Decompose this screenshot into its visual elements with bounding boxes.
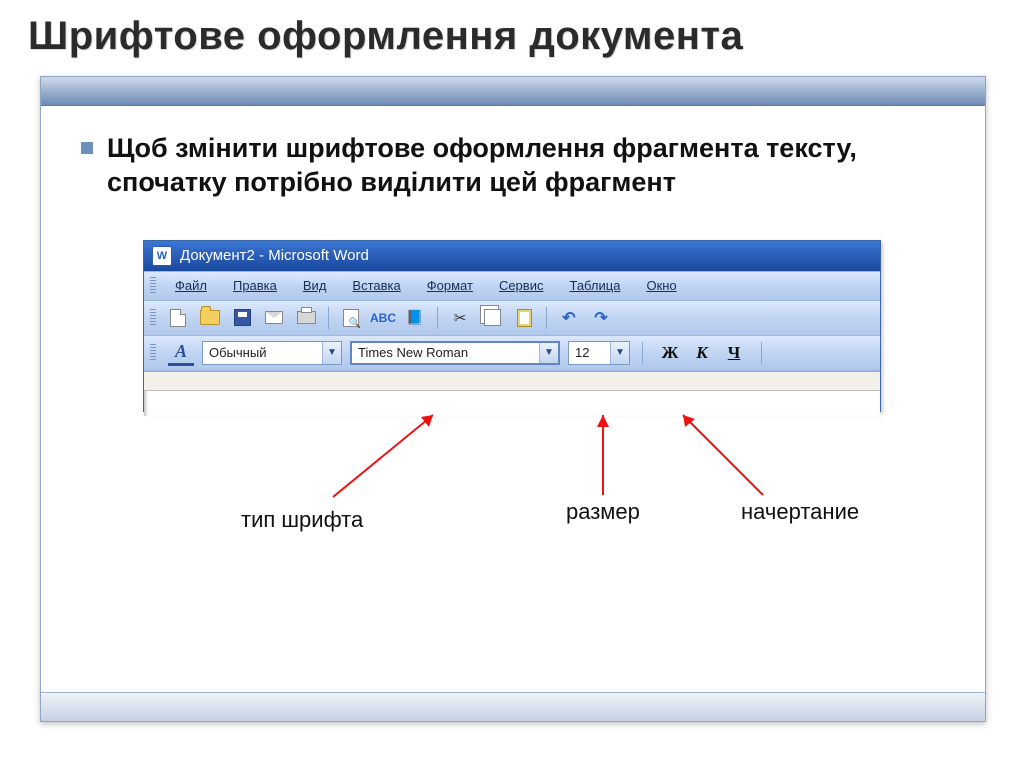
underline-button[interactable]: Ч <box>719 340 749 366</box>
printer-icon <box>297 311 316 324</box>
menu-edit[interactable]: Правка <box>222 274 288 297</box>
word-window: W Документ2 - Microsoft Word Файл Правка… <box>143 240 881 412</box>
grip-icon <box>150 309 156 327</box>
new-doc-button[interactable] <box>164 304 192 332</box>
separator <box>328 307 329 329</box>
chevron-down-icon: ▼ <box>539 343 558 363</box>
bullet-icon <box>81 142 93 154</box>
menu-window[interactable]: Окно <box>635 274 687 297</box>
undo-icon: ↶ <box>562 308 575 328</box>
research-icon: 📘 <box>406 309 423 326</box>
menu-format[interactable]: Формат <box>416 274 484 297</box>
print-preview-icon <box>343 309 359 327</box>
word-document-area <box>144 371 880 416</box>
style-combo-value: Обычный <box>203 345 322 360</box>
open-button[interactable] <box>196 304 224 332</box>
card-top-bar <box>41 77 985 106</box>
callout-style: начертание <box>741 499 859 525</box>
menu-table[interactable]: Таблица <box>558 274 631 297</box>
separator <box>642 342 643 364</box>
menu-service[interactable]: Сервис <box>488 274 555 297</box>
slide-card: Щоб змінити шрифтове оформлення фрагмент… <box>40 76 986 722</box>
word-formatting-toolbar: A Обычный ▼ Times New Roman ▼ 12 ▼ <box>144 336 880 371</box>
word-ruler <box>144 372 880 391</box>
copy-icon <box>484 309 501 326</box>
save-disk-icon <box>234 309 251 326</box>
scissors-icon: ✂ <box>454 309 467 327</box>
bold-button[interactable]: Ж <box>655 340 685 366</box>
grip-icon <box>150 277 156 295</box>
callout-size: размер <box>566 499 640 525</box>
word-titlebar: W Документ2 - Microsoft Word <box>144 241 880 271</box>
font-size-value: 12 <box>569 345 610 360</box>
paste-button[interactable] <box>510 304 538 332</box>
separator <box>546 307 547 329</box>
card-bottom-bar <box>41 692 985 721</box>
new-doc-icon <box>170 309 186 327</box>
style-indicator-icon: A <box>168 339 194 366</box>
redo-button[interactable]: ↷ <box>587 304 615 332</box>
clipboard-icon <box>517 309 532 327</box>
cut-button[interactable]: ✂ <box>446 304 474 332</box>
font-combo-value: Times New Roman <box>352 345 539 360</box>
copy-button[interactable] <box>478 304 506 332</box>
spellcheck-icon: ABC <box>370 311 396 325</box>
word-menubar: Файл Правка Вид Вставка Формат Сервис Та… <box>144 271 880 301</box>
menu-file[interactable]: Файл <box>164 274 218 297</box>
chevron-down-icon: ▼ <box>322 342 341 364</box>
mail-icon <box>265 311 283 324</box>
print-button[interactable] <box>292 304 320 332</box>
chevron-down-icon: ▼ <box>610 342 629 364</box>
separator <box>761 342 762 364</box>
separator <box>437 307 438 329</box>
word-app-icon: W <box>152 246 172 266</box>
slide-title: Шрифтове оформлення документа <box>0 0 1024 65</box>
word-standard-toolbar: ABC 📘 ✂ ↶ ↷ <box>144 301 880 336</box>
save-button[interactable] <box>228 304 256 332</box>
research-button[interactable]: 📘 <box>401 304 429 332</box>
open-folder-icon <box>200 310 220 325</box>
print-preview-button[interactable] <box>337 304 365 332</box>
font-combo[interactable]: Times New Roman ▼ <box>350 341 560 365</box>
spellcheck-button[interactable]: ABC <box>369 304 397 332</box>
bullet-row: Щоб змінити шрифтове оформлення фрагмент… <box>81 132 951 200</box>
menu-view[interactable]: Вид <box>292 274 338 297</box>
slide-paragraph: Щоб змінити шрифтове оформлення фрагмент… <box>107 132 947 200</box>
mail-button[interactable] <box>260 304 288 332</box>
menu-insert[interactable]: Вставка <box>341 274 411 297</box>
redo-icon: ↷ <box>594 308 607 328</box>
font-size-combo[interactable]: 12 ▼ <box>568 341 630 365</box>
font-style-group: Ж К Ч <box>655 340 749 366</box>
callout-font-type: тип шрифта <box>241 507 363 533</box>
undo-button[interactable]: ↶ <box>555 304 583 332</box>
word-window-title: Документ2 - Microsoft Word <box>180 247 369 264</box>
italic-button[interactable]: К <box>687 340 717 366</box>
grip-icon <box>150 344 156 362</box>
style-combo[interactable]: Обычный ▼ <box>202 341 342 365</box>
